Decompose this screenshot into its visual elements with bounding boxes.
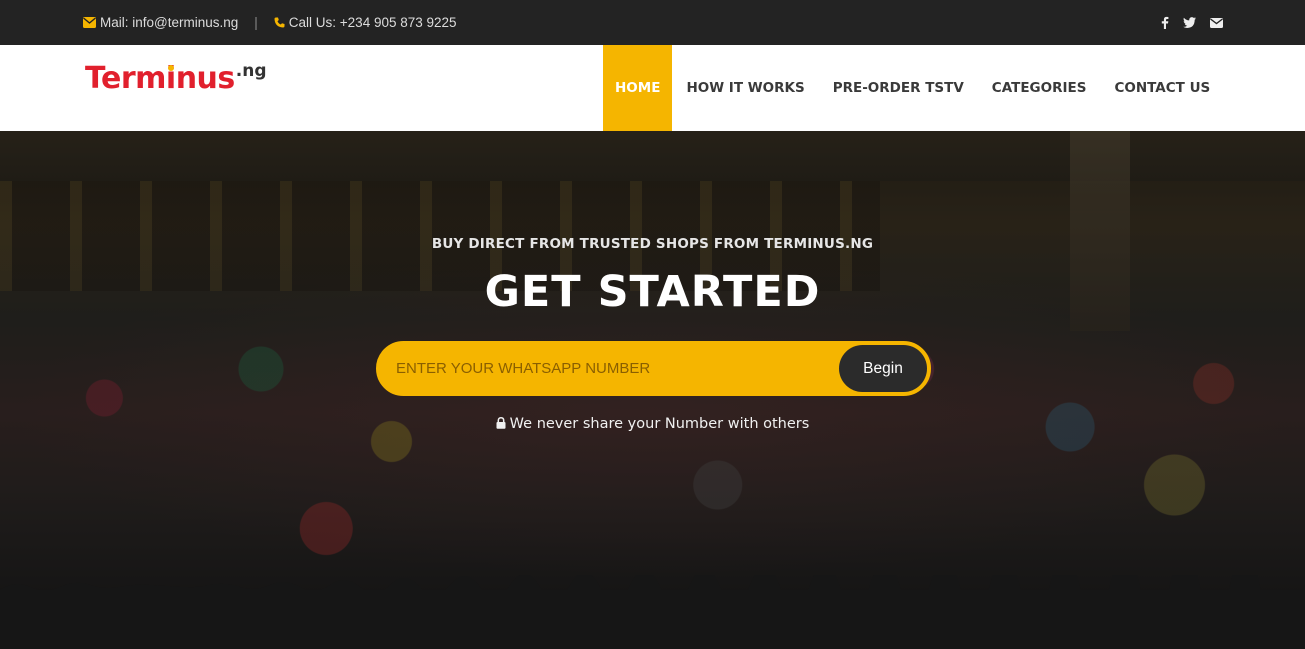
nav-item-home[interactable]: HOME bbox=[603, 45, 673, 131]
hero-subtitle: BUY DIRECT FROM TRUSTED SHOPS FROM TERMI… bbox=[431, 236, 874, 252]
nav-item-how-it-works[interactable]: HOW IT WORKS bbox=[672, 45, 818, 131]
logo[interactable]: Terminus.ng bbox=[85, 61, 267, 96]
whatsapp-number-input[interactable] bbox=[396, 343, 836, 394]
nav-item-categories[interactable]: CATEGORIES bbox=[978, 45, 1101, 131]
hero-title: GET STARTED bbox=[484, 267, 821, 317]
logo-text-i: i bbox=[165, 61, 176, 96]
logo-text-part2: nus bbox=[175, 61, 236, 96]
begin-button[interactable]: Begin bbox=[839, 345, 927, 392]
hero-section: BUY DIRECT FROM TRUSTED SHOPS FROM TERMI… bbox=[0, 131, 1305, 601]
nav-item-contact-us[interactable]: CONTACT US bbox=[1100, 45, 1224, 131]
contact-info: Mail: info@terminus.ng | Call Us: +234 9… bbox=[83, 0, 457, 45]
lock-icon bbox=[496, 417, 506, 429]
nav-item-pre-order-tstv[interactable]: PRE-ORDER TSTV bbox=[819, 45, 978, 131]
privacy-note: We never share your Number with others bbox=[0, 416, 1305, 432]
separator: | bbox=[254, 15, 258, 30]
facebook-icon[interactable] bbox=[1161, 16, 1169, 29]
logo-tld: .ng bbox=[235, 61, 267, 81]
main-nav: HOME HOW IT WORKS PRE-ORDER TSTV CATEGOR… bbox=[603, 45, 1224, 131]
privacy-text: We never share your Number with others bbox=[509, 416, 810, 432]
mail-text[interactable]: Mail: info@terminus.ng bbox=[100, 15, 238, 30]
social-links bbox=[1161, 0, 1223, 45]
site-header: Terminus.ng HOME HOW IT WORKS PRE-ORDER … bbox=[0, 45, 1305, 131]
top-bar: Mail: info@terminus.ng | Call Us: +234 9… bbox=[0, 0, 1305, 45]
envelope-icon bbox=[83, 17, 96, 28]
twitter-icon[interactable] bbox=[1183, 17, 1196, 28]
logo-text-part1: Term bbox=[85, 61, 166, 96]
dark-section bbox=[0, 590, 1305, 649]
whatsapp-form: Begin bbox=[376, 341, 931, 396]
phone-text[interactable]: Call Us: +234 905 873 9225 bbox=[289, 15, 457, 30]
phone-icon bbox=[274, 17, 285, 28]
envelope-icon[interactable] bbox=[1210, 17, 1223, 28]
